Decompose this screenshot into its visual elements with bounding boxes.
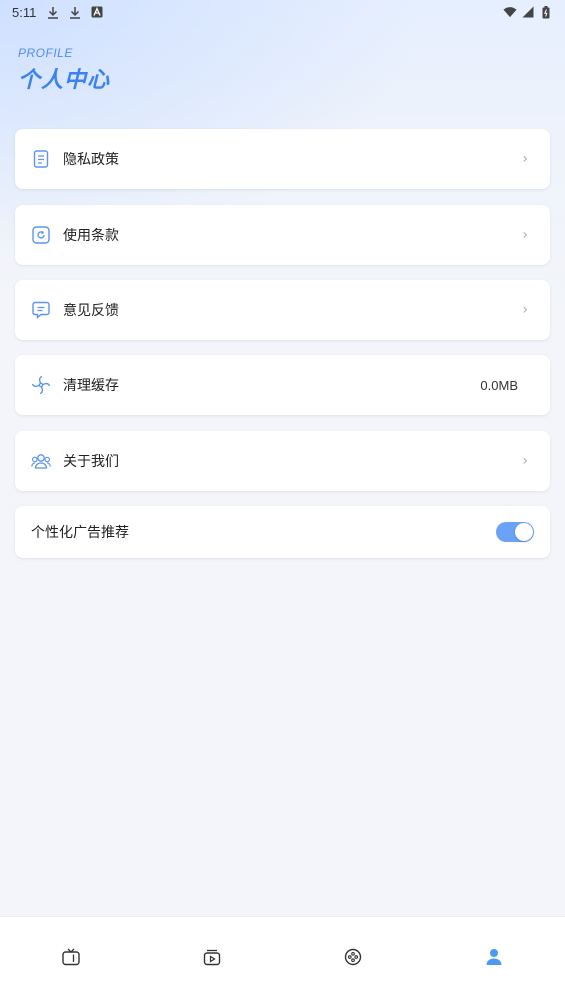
menu-item-about-us[interactable]: 关于我们 › — [15, 431, 550, 491]
menu-item-feedback[interactable]: 意见反馈 › — [15, 280, 550, 340]
download-icon — [68, 5, 82, 19]
chevron-right-icon: › — [522, 302, 528, 318]
bottom-nav — [0, 916, 565, 1004]
status-time: 5:11 — [12, 4, 37, 20]
personalized-ads-toggle[interactable] — [496, 522, 534, 542]
chevron-right-icon: › — [522, 453, 528, 469]
profile-icon — [484, 947, 504, 971]
status-bar: 5:11 — [0, 0, 565, 24]
document-icon — [31, 149, 51, 169]
menu-item-label: 使用条款 — [63, 228, 119, 244]
cache-size-value: 0.0MB — [480, 377, 518, 393]
signal-icon — [521, 5, 535, 19]
menu-item-clear-cache[interactable]: 清理缓存 0.0MB — [15, 355, 550, 415]
page-subtitle: PROFILE — [18, 46, 73, 60]
video-box-icon — [203, 948, 221, 970]
page-header: PROFILE 个人中心 — [18, 46, 110, 94]
nav-tab-profile[interactable] — [474, 939, 514, 979]
menu-item-terms-of-use[interactable]: 使用条款 › — [15, 205, 550, 265]
terms-icon — [31, 225, 51, 245]
menu-item-label: 意见反馈 — [63, 303, 119, 319]
notification-a-icon — [90, 5, 104, 19]
menu-item-label: 关于我们 — [63, 454, 119, 470]
wifi-icon — [503, 5, 517, 19]
nav-tab-tv[interactable] — [51, 939, 91, 979]
users-icon — [31, 451, 51, 471]
chat-bubble-icon — [31, 300, 51, 320]
battery-icon — [539, 5, 553, 19]
toggle-knob — [515, 523, 533, 541]
game-icon — [344, 948, 362, 970]
personalized-ads-label: 个性化广告推荐 — [31, 525, 129, 541]
menu-item-label: 隐私政策 — [63, 152, 119, 168]
page-title: 个人中心 — [18, 68, 111, 93]
download-icon — [46, 5, 60, 19]
nav-tab-game[interactable] — [333, 939, 373, 979]
menu-item-privacy-policy[interactable]: 隐私政策 › — [15, 129, 550, 189]
menu-item-label: 清理缓存 — [63, 378, 119, 394]
tv-icon — [61, 948, 80, 970]
personalized-ads-row: 个性化广告推荐 — [15, 506, 550, 558]
fan-icon — [31, 375, 51, 395]
chevron-right-icon: › — [522, 227, 528, 243]
chevron-right-icon: › — [522, 151, 528, 167]
nav-tab-video[interactable] — [192, 939, 232, 979]
